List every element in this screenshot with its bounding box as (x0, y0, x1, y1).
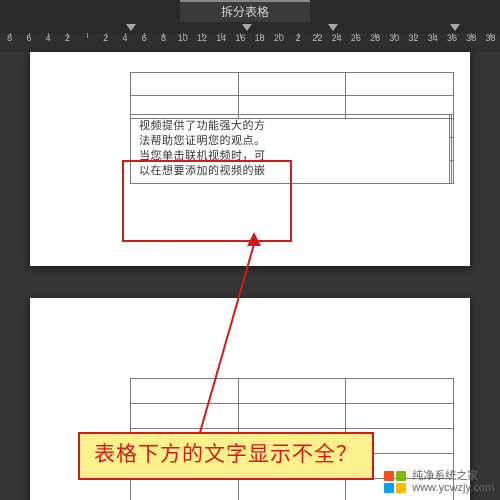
document-canvas[interactable]: 视频提供了功能强大的方法帮助您证明您的观点。当您单击联机视频时，可以在想要添加的… (0, 52, 500, 500)
table-cell[interactable] (238, 404, 346, 429)
ruler-tick: 12 (192, 33, 211, 52)
table-cell[interactable] (131, 379, 239, 404)
watermark-url: www.ycwzjy.com (412, 482, 494, 494)
table-cell[interactable] (346, 73, 454, 96)
ruler-tick: 32 (404, 33, 423, 52)
annotation-arrow-head (247, 232, 261, 246)
ruler-tick: 2 (96, 33, 115, 52)
table-cell[interactable] (451, 115, 453, 138)
table-cell[interactable] (131, 404, 239, 429)
column-marker[interactable] (328, 24, 338, 31)
ruler-tick: 38 (481, 33, 500, 52)
ruler-tick: 16 (231, 33, 250, 52)
ruler-tick: 26 (346, 33, 365, 52)
ruler-tick: 30 (385, 33, 404, 52)
ruler-tick: 22 (308, 33, 327, 52)
ruler-tick: 2 (289, 33, 308, 52)
watermark-logo-icon (384, 471, 406, 493)
table-cell[interactable] (451, 138, 453, 161)
ruler-tick: 2 (58, 33, 77, 52)
table-1[interactable] (130, 72, 454, 119)
table-row[interactable] (131, 73, 454, 96)
context-tab[interactable]: 拆分表格 (180, 0, 310, 22)
ruler-tick: 10 (173, 33, 192, 52)
truncated-cell-text[interactable]: 视频提供了功能强大的方法帮助您证明您的观点。当您单击联机视频时，可以在想要添加的… (131, 115, 449, 183)
ruler-tick: 8 (0, 33, 19, 52)
indent-marker-left[interactable] (126, 24, 136, 31)
ruler-tick: 8 (154, 33, 173, 52)
ruler-tick: 38 (462, 33, 481, 52)
ruler-tick: 6 (19, 33, 38, 52)
indent-marker-right[interactable] (450, 24, 460, 31)
horizontal-ruler[interactable]: 8642246810121416182022224262830323436383… (0, 33, 500, 52)
table-cell[interactable] (238, 479, 346, 500)
table-cell[interactable]: 视频提供了功能强大的方法帮助您证明您的观点。当您单击联机视频时，可以在想要添加的… (131, 115, 450, 184)
table-cell[interactable] (346, 404, 454, 429)
watermark-name: 纯净系统之家 (412, 470, 494, 482)
table-cell[interactable] (238, 379, 346, 404)
ruler-tick: 6 (135, 33, 154, 52)
table-2[interactable]: 视频提供了功能强大的方法帮助您证明您的观点。当您单击联机视频时，可以在想要添加的… (130, 114, 454, 184)
ruler-tick: 36 (442, 33, 461, 52)
table-cell[interactable] (451, 161, 453, 184)
table-row[interactable] (131, 404, 454, 429)
ruler-tick: 20 (269, 33, 288, 52)
ruler-tick: 34 (423, 33, 442, 52)
table-cell[interactable] (346, 379, 454, 404)
ruler-tick: 4 (38, 33, 57, 52)
column-marker[interactable] (242, 24, 252, 31)
table-row[interactable] (131, 379, 454, 404)
ruler-tick: 18 (250, 33, 269, 52)
ruler-tick: 4 (115, 33, 134, 52)
annotation-callout: 表格下方的文字显示不全？ (78, 432, 374, 480)
ruler-tick: 28 (365, 33, 384, 52)
table-cell[interactable] (131, 73, 239, 96)
watermark: 纯净系统之家 www.ycwzjy.com (384, 470, 494, 494)
table-cell[interactable] (131, 479, 239, 500)
table-cell[interactable] (238, 73, 346, 96)
ruler-tick (77, 33, 96, 52)
table-row[interactable]: 视频提供了功能强大的方法帮助您证明您的观点。当您单击联机视频时，可以在想要添加的… (131, 115, 454, 138)
ruler-tick: 14 (212, 33, 231, 52)
ruler-tick: 24 (327, 33, 346, 52)
